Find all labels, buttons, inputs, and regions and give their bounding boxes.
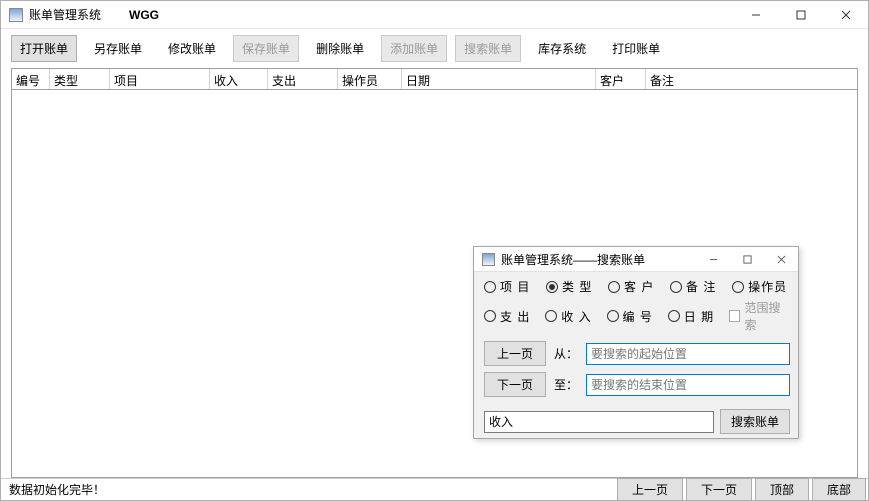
col-no[interactable]: 编号 [12,69,50,89]
search-dialog: 账单管理系统——搜索账单 项 目 类 型 客 户 备 注 操作员 支 出 收 入… [473,246,799,439]
search-button: 搜索账单 [455,35,521,62]
dialog-search-button[interactable]: 搜索账单 [720,409,790,434]
dialog-app-icon [482,253,495,266]
search-radio-group: 项 目 类 型 客 户 备 注 操作员 支 出 收 入 编 号 日 期 范围搜索 [474,272,798,339]
dialog-maximize-button[interactable] [730,247,764,271]
checkbox-range-search[interactable]: 范围搜索 [729,299,790,333]
col-operator[interactable]: 操作员 [338,69,402,89]
window-title: 账单管理系统 [29,6,101,23]
dialog-from-input[interactable] [586,343,790,365]
radio-no[interactable]: 编 号 [607,308,662,325]
dialog-from-label: 从： [554,345,578,362]
dialog-close-button[interactable] [764,247,798,271]
search-range-inputs: 上一页 从： 下一页 至： [474,339,798,407]
col-expense[interactable]: 支出 [268,69,338,89]
saveas-button[interactable]: 另存账单 [85,35,151,62]
open-button[interactable]: 打开账单 [11,35,77,62]
radio-income[interactable]: 收 入 [545,308,600,325]
radio-customer[interactable]: 客 户 [608,278,664,295]
status-bottom-button[interactable]: 底部 [812,478,866,501]
col-customer[interactable]: 客户 [596,69,646,89]
col-item[interactable]: 项目 [110,69,210,89]
status-next-button[interactable]: 下一页 [686,478,752,501]
col-remark[interactable]: 备注 [646,69,857,89]
delete-button[interactable]: 删除账单 [307,35,373,62]
dialog-titlebar: 账单管理系统——搜索账单 [474,247,798,272]
radio-remark[interactable]: 备 注 [670,278,726,295]
col-income[interactable]: 收入 [210,69,268,89]
radio-operator[interactable]: 操作员 [732,278,790,295]
titlebar: 账单管理系统 WGG [1,1,868,29]
dialog-bottom-row: 搜索账单 [474,407,798,442]
dialog-next-button[interactable]: 下一页 [484,372,546,397]
table-header: 编号 类型 项目 收入 支出 操作员 日期 客户 备注 [11,68,858,90]
stock-button[interactable]: 库存系统 [529,35,595,62]
minimize-button[interactable] [733,2,778,28]
dialog-prev-button[interactable]: 上一页 [484,341,546,366]
dialog-title: 账单管理系统——搜索账单 [501,251,645,268]
col-type[interactable]: 类型 [50,69,110,89]
close-button[interactable] [823,2,868,28]
save-button: 保存账单 [233,35,299,62]
dialog-query-input[interactable] [484,411,714,433]
status-prev-button[interactable]: 上一页 [617,478,683,501]
print-button[interactable]: 打印账单 [603,35,669,62]
dialog-minimize-button[interactable] [696,247,730,271]
add-button: 添加账单 [381,35,447,62]
col-date[interactable]: 日期 [402,69,596,89]
modify-button[interactable]: 修改账单 [159,35,225,62]
main-window: 账单管理系统 WGG 打开账单 另存账单 修改账单 保存账单 删除账单 添加账单… [0,0,869,501]
toolbar: 打开账单 另存账单 修改账单 保存账单 删除账单 添加账单 搜索账单 库存系统 … [1,29,868,68]
maximize-button[interactable] [778,2,823,28]
app-icon [9,8,23,22]
window-subtitle: WGG [129,8,159,22]
radio-date[interactable]: 日 期 [668,308,723,325]
status-top-button[interactable]: 顶部 [755,478,809,501]
statusbar: 数据初始化完毕！ 上一页 下一页 顶部 底部 [1,478,868,500]
status-text: 数据初始化完毕！ [9,481,614,498]
radio-type[interactable]: 类 型 [546,278,602,295]
dialog-to-label: 至： [554,376,578,393]
radio-expense[interactable]: 支 出 [484,308,539,325]
radio-project[interactable]: 项 目 [484,278,540,295]
dialog-to-input[interactable] [586,374,790,396]
